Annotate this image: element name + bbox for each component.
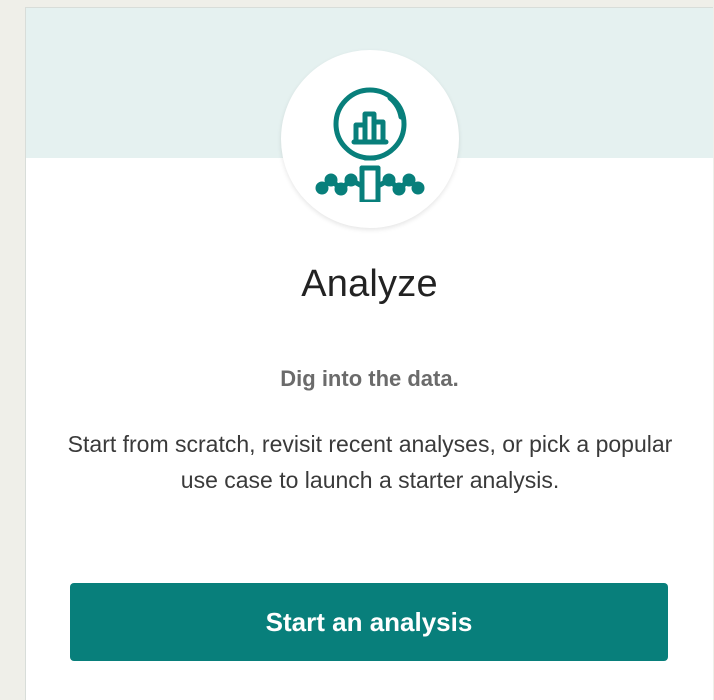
card-description: Start from scratch, revisit recent analy…	[67, 431, 673, 493]
card-title: Analyze	[301, 263, 438, 305]
analyze-card: Analyze Dig into the data. Start from sc…	[25, 7, 713, 700]
page-background: Analyze Dig into the data. Start from sc…	[0, 0, 714, 700]
magnifier-chart-icon	[315, 87, 425, 202]
card-tagline: Dig into the data.	[280, 366, 459, 391]
card-icon-badge	[281, 50, 459, 228]
start-analysis-button[interactable]: Start an analysis	[70, 583, 668, 661]
